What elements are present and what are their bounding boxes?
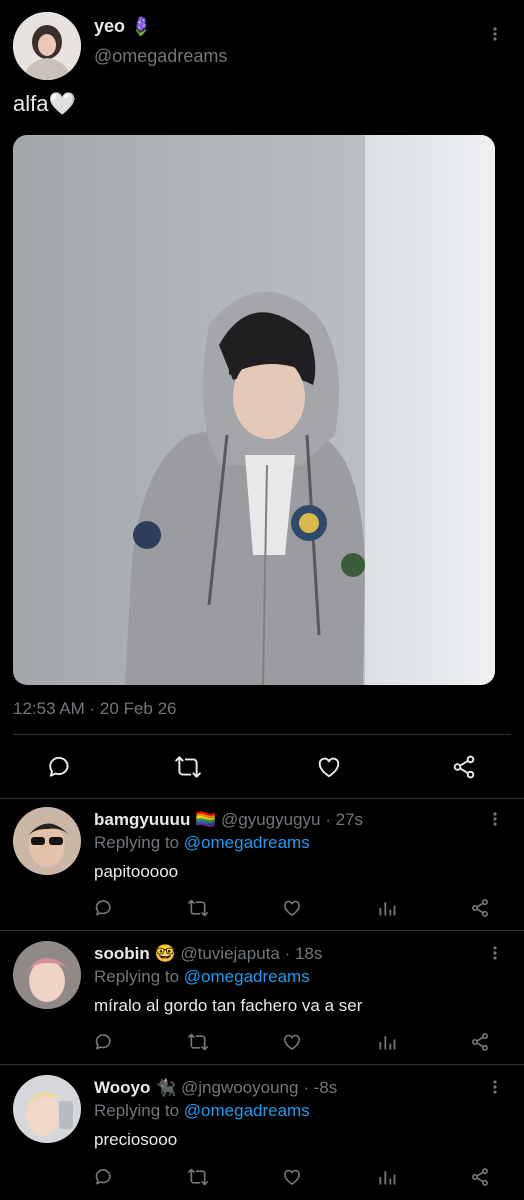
reply-time: · -8s: [303, 1078, 338, 1097]
reply-icon: [95, 1034, 111, 1050]
reply-analytics-button[interactable]: [377, 1032, 397, 1052]
author-name-row[interactable]: yeo 🪻: [94, 16, 152, 37]
reply-author-name[interactable]: Wooyo: [94, 1078, 150, 1097]
reply-avatar[interactable]: [13, 941, 81, 1009]
reply-reply-button[interactable]: [94, 898, 114, 918]
reply-like-button[interactable]: [282, 898, 302, 918]
reply-tweet[interactable]: Wooyo 🐈‍⬛ @jngwooyoung · -8s Replying to…: [0, 1065, 524, 1200]
author-name[interactable]: yeo: [94, 16, 125, 36]
like-icon: [284, 1034, 300, 1050]
share-icon: [453, 755, 475, 779]
retweet-icon: [187, 1168, 208, 1186]
reply-like-button[interactable]: [282, 1032, 302, 1052]
reply-icon: [49, 756, 69, 777]
like-button[interactable]: [316, 754, 342, 780]
retweet-icon: [175, 756, 201, 778]
author-avatar[interactable]: [13, 12, 81, 80]
reply-retweet-button[interactable]: [187, 1167, 209, 1187]
more-options-button[interactable]: [485, 24, 505, 44]
reply-author-name[interactable]: bamgyuuuu: [94, 810, 190, 829]
timestamp-divider: [13, 734, 511, 735]
like-icon: [284, 900, 300, 916]
reply-author-emoji: 🐈‍⬛: [155, 1078, 177, 1097]
reply-text: papitooooo: [94, 862, 179, 881]
reply-author-handle[interactable]: @gyugyugyu: [221, 810, 321, 829]
replying-to-label: Replying to: [94, 1101, 180, 1120]
reply-more-button[interactable]: [485, 1077, 505, 1097]
author-emoji: 🪻: [130, 16, 153, 36]
reply-button[interactable]: [47, 754, 73, 780]
reply-tweet[interactable]: soobin 🤓 @tuviejaputa · 18s Replying to …: [0, 931, 524, 1063]
more-vertical-icon: [493, 1080, 497, 1094]
more-vertical-icon: [493, 812, 497, 826]
share-icon: [472, 1168, 488, 1186]
reply-text: preciosooo: [94, 1130, 178, 1149]
reply-share-button[interactable]: [470, 1032, 490, 1052]
reply-author-emoji: 🤓: [154, 944, 176, 963]
reply-icon: [95, 1169, 111, 1185]
reply-like-button[interactable]: [282, 1167, 302, 1187]
reply-avatar[interactable]: [13, 1075, 81, 1143]
reply-author-handle[interactable]: @tuviejaputa: [180, 944, 280, 963]
share-icon: [472, 899, 488, 917]
replying-to-handle[interactable]: @omegadreams: [184, 1101, 310, 1120]
reply-reply-button[interactable]: [94, 1167, 114, 1187]
reply-share-button[interactable]: [470, 1167, 490, 1187]
retweet-icon: [187, 899, 208, 917]
replying-to-handle[interactable]: @omegadreams: [184, 833, 310, 852]
reply-tweet[interactable]: bamgyuuuu 🏳️‍🌈 @gyugyugyu · 27s Replying…: [0, 799, 524, 929]
reply-time: · 18s: [284, 944, 323, 963]
replying-to-label: Replying to: [94, 967, 180, 986]
reply-reply-button[interactable]: [94, 1032, 114, 1052]
reply-more-button[interactable]: [485, 809, 505, 829]
share-icon: [472, 1033, 488, 1051]
reply-retweet-button[interactable]: [187, 1032, 209, 1052]
reply-icon: [95, 900, 111, 916]
reply-analytics-button[interactable]: [377, 898, 397, 918]
reply-author-name[interactable]: soobin: [94, 944, 150, 963]
like-icon: [284, 1169, 300, 1185]
analytics-icon: [379, 1171, 396, 1185]
tweet-timestamp: 12:53 AM · 20 Feb 26: [13, 699, 177, 718]
tweet-text: alfa🤍: [13, 91, 76, 116]
like-icon: [318, 757, 340, 778]
reply-text: míralo al gordo tan fachero va a ser: [94, 996, 363, 1015]
reply-avatar[interactable]: [13, 807, 81, 875]
reply-more-button[interactable]: [485, 943, 505, 963]
more-vertical-icon: [493, 27, 497, 41]
reply-share-button[interactable]: [470, 898, 490, 918]
reply-retweet-button[interactable]: [187, 898, 209, 918]
reply-author-emoji: 🏳️‍🌈: [195, 810, 217, 829]
replying-to-handle[interactable]: @omegadreams: [184, 967, 310, 986]
tweet-photo[interactable]: [13, 135, 495, 685]
author-handle[interactable]: @omegadreams: [94, 46, 227, 67]
reply-author-handle[interactable]: @jngwooyoung: [181, 1078, 298, 1097]
more-vertical-icon: [493, 946, 497, 960]
analytics-icon: [379, 1036, 396, 1050]
replying-to-label: Replying to: [94, 833, 180, 852]
retweet-icon: [187, 1033, 208, 1051]
analytics-icon: [379, 902, 396, 916]
reply-time: · 27s: [325, 810, 364, 829]
share-button[interactable]: [451, 754, 477, 780]
reply-analytics-button[interactable]: [377, 1167, 397, 1187]
retweet-button[interactable]: [174, 754, 202, 780]
